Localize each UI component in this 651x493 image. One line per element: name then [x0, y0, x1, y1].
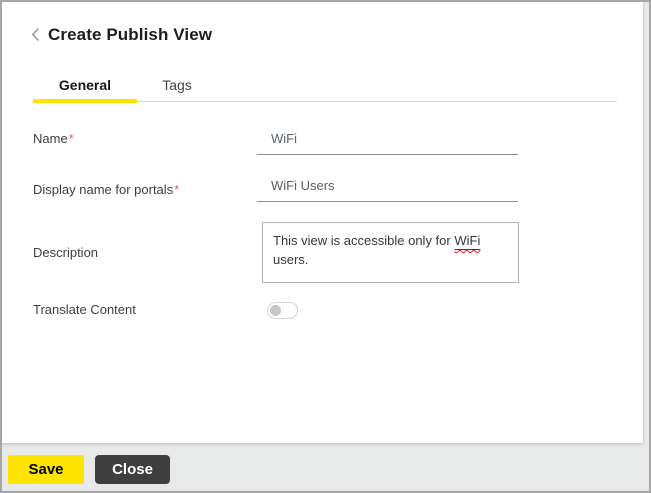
- tab-tags[interactable]: Tags: [137, 68, 217, 102]
- back-button[interactable]: [26, 24, 44, 44]
- display-name-input[interactable]: [257, 175, 518, 202]
- page-title: Create Publish View: [48, 25, 213, 44]
- description-text-after: users.: [273, 252, 309, 267]
- tab-bar: General Tags: [33, 68, 617, 103]
- misspelled-word: WiFi: [454, 233, 481, 248]
- required-asterisk: *: [68, 131, 74, 146]
- create-publish-view-dialog: Create Publish View General Tags Name* D…: [0, 0, 651, 493]
- save-button-label: Save: [28, 461, 64, 478]
- chevron-left-icon: [31, 27, 40, 42]
- description-textarea[interactable]: This view is accessible only for WiFi us…: [262, 222, 519, 283]
- save-button[interactable]: Save: [8, 455, 84, 484]
- description-text-before: This view is accessible only for: [273, 233, 455, 248]
- close-button-label: Close: [112, 461, 153, 478]
- tab-tags-label: Tags: [162, 77, 192, 93]
- tab-general[interactable]: General: [33, 68, 137, 103]
- display-name-label: Display name for portals*: [33, 182, 180, 197]
- translate-toggle[interactable]: [267, 302, 298, 319]
- form-panel: Create Publish View General Tags Name* D…: [2, 2, 643, 443]
- name-label: Name*: [33, 131, 74, 146]
- required-asterisk: *: [174, 182, 180, 197]
- close-button[interactable]: Close: [95, 455, 170, 484]
- toggle-knob: [270, 305, 281, 316]
- translate-content-label: Translate Content: [33, 302, 136, 317]
- active-tab-indicator: [33, 99, 137, 103]
- description-label: Description: [33, 245, 99, 260]
- tab-general-label: General: [58, 77, 112, 93]
- name-input[interactable]: [257, 128, 518, 155]
